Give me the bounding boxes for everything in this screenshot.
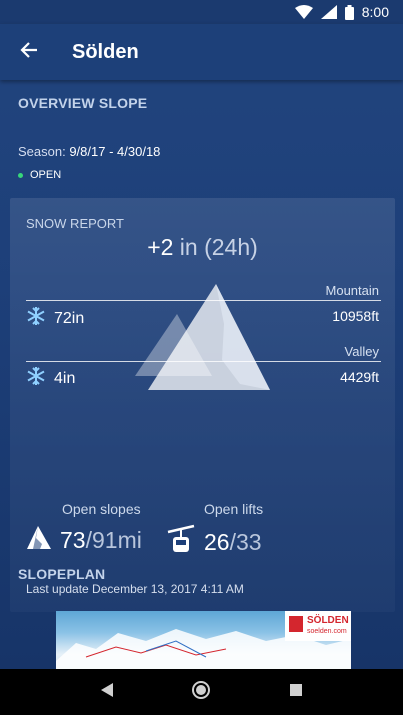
valley-label: Valley bbox=[344, 344, 379, 359]
slopeplan-map[interactable]: SÖLDEN soelden.com bbox=[56, 611, 351, 670]
overview-heading: OVERVIEW SLOPE bbox=[18, 95, 148, 111]
open-slopes-value: 73 bbox=[60, 526, 86, 553]
valley-snow: 4in bbox=[26, 366, 75, 391]
logo-name: SÖLDEN bbox=[307, 615, 349, 626]
open-lifts-value: 26 bbox=[204, 528, 230, 555]
back-button[interactable] bbox=[0, 24, 58, 80]
snow-report-card: SNOW REPORT +2 in (24h) Mountain 72in 10… bbox=[10, 198, 395, 612]
season-value: 9/8/17 - 4/30/18 bbox=[69, 144, 161, 159]
main-content[interactable]: OVERVIEW SLOPE Season: 9/8/17 - 4/30/18 … bbox=[0, 80, 403, 670]
mountain-snow: 72in bbox=[26, 306, 84, 331]
slope-icon bbox=[26, 524, 52, 556]
valley-height: 4429ft bbox=[340, 369, 379, 385]
status-badge: OPEN bbox=[18, 169, 61, 181]
system-nav-bar bbox=[0, 669, 403, 715]
logo-url: soelden.com bbox=[307, 628, 347, 635]
new-snow: +2 in (24h) bbox=[10, 234, 395, 261]
nav-recents-button[interactable] bbox=[276, 672, 316, 712]
status-text: OPEN bbox=[30, 169, 62, 181]
new-snow-value: +2 bbox=[147, 234, 174, 260]
valley-snow-value: 4in bbox=[54, 369, 76, 387]
gondola-icon bbox=[166, 524, 196, 560]
page-title: Sölden bbox=[72, 40, 139, 63]
oetztal-logo-mark bbox=[289, 616, 303, 632]
mountain-height: 10958ft bbox=[332, 308, 379, 324]
open-slopes-label: Open slopes bbox=[62, 501, 141, 517]
wifi-icon bbox=[294, 5, 313, 19]
nav-home-button[interactable] bbox=[181, 672, 221, 712]
open-lifts-total: /33 bbox=[229, 528, 262, 555]
battery-icon bbox=[344, 4, 354, 20]
open-slopes-total: /91mi bbox=[85, 526, 142, 553]
open-lifts: 26/33 bbox=[166, 524, 262, 560]
circle-home-icon bbox=[191, 680, 211, 705]
app-bar: Sölden bbox=[0, 24, 403, 80]
mountain-divider bbox=[26, 300, 381, 301]
clock: 8:00 bbox=[361, 4, 389, 20]
triangle-back-icon bbox=[100, 682, 114, 703]
season-label: Season: bbox=[18, 144, 70, 159]
signal-icon bbox=[320, 5, 337, 19]
mountain-snow-value: 72in bbox=[54, 309, 85, 327]
nav-back-button[interactable] bbox=[87, 672, 127, 712]
status-dot-icon bbox=[18, 172, 23, 178]
snow-report-heading: SNOW REPORT bbox=[26, 216, 124, 231]
square-recents-icon bbox=[289, 683, 303, 702]
mountain-label: Mountain bbox=[325, 283, 379, 298]
new-snow-unit: in (24h) bbox=[173, 234, 258, 260]
snowflake-icon bbox=[26, 366, 46, 391]
slopeplan-heading: SLOPEPLAN bbox=[18, 566, 106, 582]
snowflake-icon bbox=[26, 306, 46, 331]
valley-divider bbox=[26, 361, 381, 362]
open-lifts-label: Open lifts bbox=[204, 501, 264, 517]
season-info: Season: 9/8/17 - 4/30/18 bbox=[18, 144, 160, 159]
open-slopes: 73/91mi bbox=[26, 524, 142, 556]
arrow-left-icon bbox=[20, 41, 38, 64]
soelden-logo: SÖLDEN soelden.com bbox=[285, 611, 351, 641]
last-update: Last update December 13, 2017 4:11 AM bbox=[26, 582, 244, 596]
status-bar: 8:00 bbox=[0, 0, 403, 24]
